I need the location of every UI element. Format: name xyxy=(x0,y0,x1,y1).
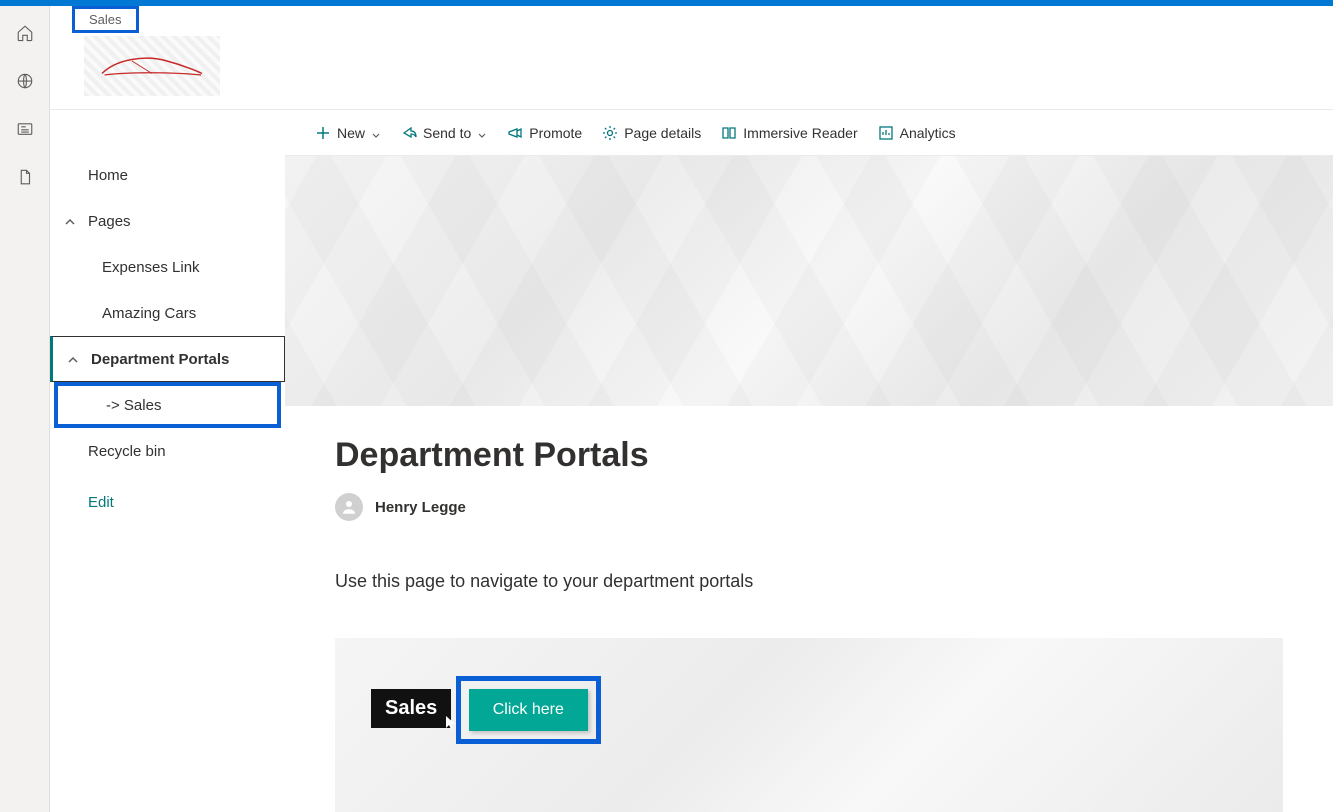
nav-amazing-cars[interactable]: Amazing Cars xyxy=(50,290,285,336)
cmd-new[interactable]: New xyxy=(315,125,381,141)
quick-links-webpart: Sales Click here xyxy=(335,638,1283,812)
cmd-promote[interactable]: Promote xyxy=(507,125,582,141)
nav-department-portals[interactable]: Department Portals xyxy=(50,336,285,382)
chevron-up-icon xyxy=(67,353,79,365)
news-icon[interactable] xyxy=(16,120,34,138)
page-description: Use this page to navigate to your depart… xyxy=(335,571,1283,592)
chevron-up-icon xyxy=(64,215,76,227)
cmd-send-to-label: Send to xyxy=(423,125,471,141)
page-canvas: Department Portals Henry Legge Use this … xyxy=(285,156,1333,812)
cmd-analytics-label: Analytics xyxy=(900,125,956,141)
plus-icon xyxy=(315,125,331,141)
author-row: Henry Legge xyxy=(335,493,1283,521)
cmd-send-to[interactable]: Send to xyxy=(401,125,487,141)
hero-background xyxy=(285,156,1333,436)
book-icon xyxy=(721,125,737,141)
cmd-new-label: New xyxy=(337,125,365,141)
nav-dept-label: Department Portals xyxy=(91,351,229,368)
cmd-promote-label: Promote xyxy=(529,125,582,141)
left-navigation: Home Pages Expenses Link Amazing Cars De… xyxy=(50,152,285,522)
megaphone-icon xyxy=(507,125,523,141)
content-zone: Home Pages Expenses Link Amazing Cars De… xyxy=(50,110,1333,812)
site-header: Sales xyxy=(50,6,1333,110)
car-logo-svg xyxy=(97,51,207,81)
nav-edit-link[interactable]: Edit xyxy=(50,482,285,522)
main-area: Sales Home Pages Expenses Link Amazing C… xyxy=(50,6,1333,812)
breadcrumb-sales-highlight[interactable]: Sales xyxy=(72,6,139,33)
nav-pages[interactable]: Pages xyxy=(50,198,285,244)
person-icon xyxy=(340,498,358,516)
cmd-page-details-label: Page details xyxy=(624,125,701,141)
cmd-immersive-label: Immersive Reader xyxy=(743,125,857,141)
analytics-icon xyxy=(878,125,894,141)
app-rail xyxy=(0,6,50,812)
cursor-icon xyxy=(445,712,457,726)
chevron-down-icon xyxy=(477,128,487,138)
gear-icon xyxy=(602,125,618,141)
nav-pages-label: Pages xyxy=(88,213,131,230)
author-name[interactable]: Henry Legge xyxy=(375,499,466,516)
click-here-button[interactable]: Click here xyxy=(469,689,588,731)
globe-icon[interactable] xyxy=(16,72,34,90)
file-icon[interactable] xyxy=(16,168,34,186)
share-icon xyxy=(401,125,417,141)
home-icon[interactable] xyxy=(16,24,34,42)
cmd-analytics[interactable]: Analytics xyxy=(878,125,956,141)
avatar[interactable] xyxy=(335,493,363,521)
chevron-down-icon xyxy=(371,128,381,138)
quicklink-button-highlight: Click here xyxy=(456,676,601,744)
command-bar: New Send to Promote xyxy=(285,110,1333,156)
cmd-immersive-reader[interactable]: Immersive Reader xyxy=(721,125,857,141)
page-title: Department Portals xyxy=(335,436,1283,475)
quicklink-title-sales[interactable]: Sales xyxy=(371,689,451,728)
cmd-page-details[interactable]: Page details xyxy=(602,125,701,141)
nav-home[interactable]: Home xyxy=(50,152,285,198)
nav-recycle-bin[interactable]: Recycle bin xyxy=(50,428,285,474)
site-logo[interactable] xyxy=(84,36,220,96)
nav-sales-highlight[interactable]: -> Sales xyxy=(54,382,281,428)
quicklink-title-label: Sales xyxy=(385,697,437,719)
page-body: Department Portals Henry Legge Use this … xyxy=(285,406,1333,812)
nav-expenses-link[interactable]: Expenses Link xyxy=(50,244,285,290)
